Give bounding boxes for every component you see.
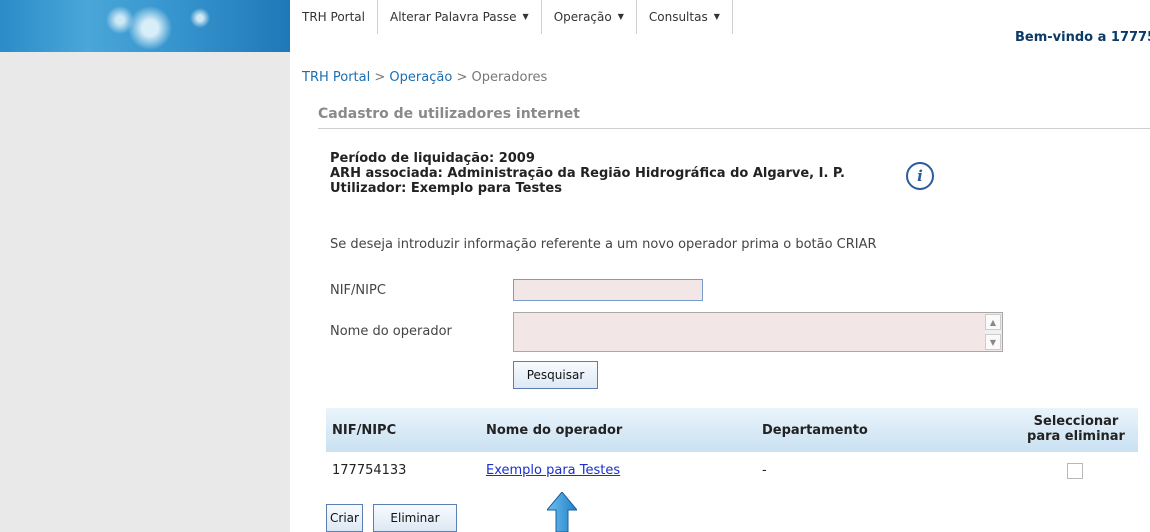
nome-operador-input[interactable]: ▲ ▼ bbox=[513, 312, 1003, 352]
section-title: Cadastro de utilizadores internet bbox=[318, 106, 580, 122]
textarea-scrollbar[interactable]: ▲ ▼ bbox=[985, 314, 1001, 350]
breadcrumb: TRH Portal > Operação > Operadores bbox=[302, 70, 547, 85]
cell-nif: 177754133 bbox=[332, 463, 407, 478]
up-arrow-icon bbox=[547, 492, 577, 532]
breadcrumb-operacao[interactable]: Operação bbox=[389, 70, 452, 85]
portal-banner bbox=[0, 0, 290, 52]
select-header-line1: Seleccionar bbox=[1033, 414, 1119, 429]
select-header-line2: para eliminar bbox=[1027, 429, 1125, 444]
cell-nome: Exemplo para Testes bbox=[486, 463, 620, 478]
menu-trh-portal[interactable]: TRH Portal bbox=[290, 0, 378, 34]
main-menu: TRH Portal Alterar Palavra Passe ▼ Operaç… bbox=[290, 0, 733, 34]
info-icon[interactable]: i bbox=[906, 162, 934, 190]
caret-down-icon: ▼ bbox=[617, 12, 624, 21]
breadcrumb-current: Operadores bbox=[471, 70, 548, 85]
scroll-up-icon[interactable]: ▲ bbox=[985, 314, 1001, 330]
operator-link[interactable]: Exemplo para Testes bbox=[486, 463, 620, 478]
menu-operacao[interactable]: Operação ▼ bbox=[542, 0, 637, 34]
top-navigation: TRH Portal Alterar Palavra Passe ▼ Operaç… bbox=[290, 0, 1150, 52]
section-divider bbox=[318, 128, 1150, 129]
menu-label: Operação bbox=[553, 10, 612, 24]
welcome-message: Bem-vindo a 17775 bbox=[1015, 30, 1150, 45]
caret-down-icon: ▼ bbox=[713, 12, 720, 21]
eliminar-button[interactable]: Eliminar bbox=[373, 504, 457, 532]
scroll-down-icon[interactable]: ▼ bbox=[985, 334, 1001, 350]
pesquisar-button[interactable]: Pesquisar bbox=[513, 361, 598, 389]
menu-label: Consultas bbox=[648, 10, 708, 24]
menu-label: Alterar Palavra Passe bbox=[389, 10, 517, 24]
column-header-nome: Nome do operador bbox=[486, 423, 623, 438]
caret-down-icon: ▼ bbox=[522, 12, 529, 21]
column-header-select: Seleccionar para eliminar bbox=[1016, 414, 1136, 444]
table-header: NIF/NIPC Nome do operador Departamento S… bbox=[326, 408, 1138, 452]
context-info: Período de liquidação: 2009 ARH associad… bbox=[330, 151, 845, 196]
breadcrumb-separator: > bbox=[374, 70, 386, 85]
left-sidebar bbox=[0, 52, 290, 532]
select-for-delete-checkbox[interactable] bbox=[1067, 463, 1083, 479]
nif-input[interactable] bbox=[513, 279, 703, 301]
menu-consultas[interactable]: Consultas ▼ bbox=[637, 0, 733, 34]
instruction-text: Se deseja introduzir informação referent… bbox=[330, 237, 877, 252]
user-line: Utilizador: Exemplo para Testes bbox=[330, 181, 562, 196]
arh-line: ARH associada: Administração da Região H… bbox=[330, 166, 845, 181]
breadcrumb-separator: > bbox=[456, 70, 468, 85]
cell-departamento: - bbox=[762, 463, 767, 478]
breadcrumb-trh-portal[interactable]: TRH Portal bbox=[302, 70, 370, 85]
period-line: Período de liquidação: 2009 bbox=[330, 151, 535, 166]
nif-label: NIF/NIPC bbox=[330, 283, 386, 298]
criar-button[interactable]: Criar bbox=[326, 504, 363, 532]
menu-alterar-palavra-passe[interactable]: Alterar Palavra Passe ▼ bbox=[378, 0, 542, 34]
nome-label: Nome do operador bbox=[330, 324, 452, 339]
menu-label: TRH Portal bbox=[302, 10, 365, 24]
column-header-nif: NIF/NIPC bbox=[332, 423, 397, 438]
column-header-departamento: Departamento bbox=[762, 423, 868, 438]
